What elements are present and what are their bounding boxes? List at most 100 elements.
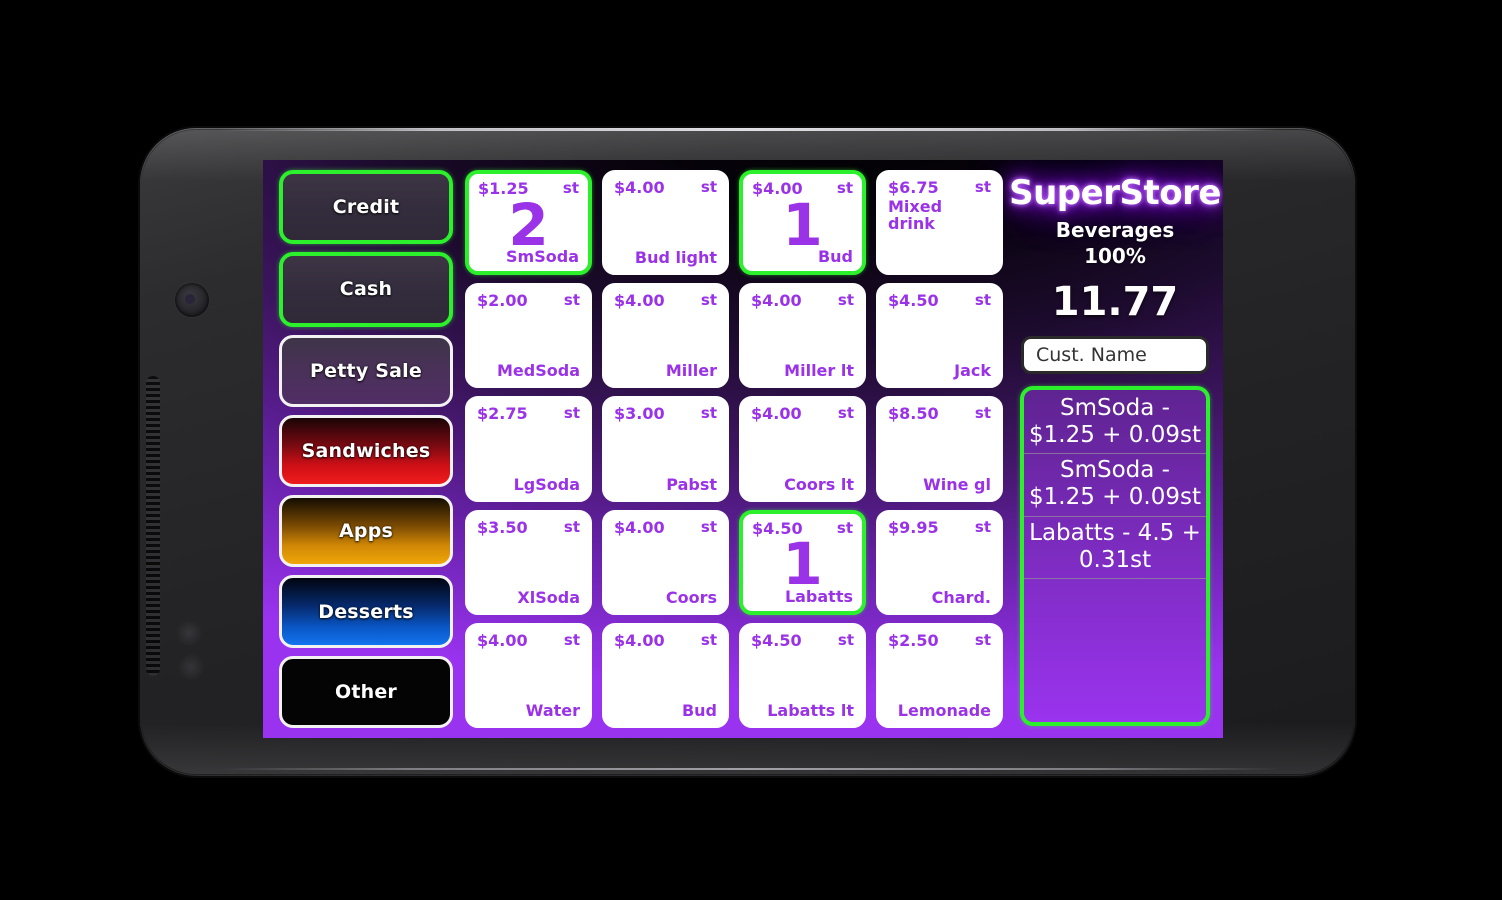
product-tax-flag: st bbox=[837, 291, 854, 310]
product-quantity-badge: 1 bbox=[782, 530, 823, 599]
product-tax-flag: st bbox=[700, 291, 717, 310]
product-price: $4.00 bbox=[614, 291, 665, 311]
product-tile[interactable]: $4.00 st Water bbox=[465, 622, 592, 728]
product-tile[interactable]: $4.50 st 1 Labatts bbox=[739, 509, 866, 615]
product-name: Labatts bbox=[784, 586, 853, 606]
product-tax-flag: st bbox=[974, 404, 991, 423]
product-tile[interactable]: $3.50 st XlSoda bbox=[465, 509, 592, 615]
receipt-line-item[interactable]: SmSoda - $1.25 + 0.09st bbox=[1024, 392, 1206, 455]
product-name: LgSoda bbox=[513, 474, 580, 494]
category-button-label: Cash bbox=[339, 278, 393, 301]
category-button-desserts[interactable]: Desserts bbox=[279, 575, 453, 648]
product-name: Coors bbox=[665, 587, 717, 607]
product-price: $8.50 bbox=[888, 404, 939, 424]
product-name: Wine gl bbox=[923, 474, 991, 494]
category-button-apps[interactable]: Apps bbox=[279, 495, 453, 568]
receipt-line-item[interactable]: SmSoda - $1.25 + 0.09st bbox=[1024, 454, 1206, 517]
product-price: $3.00 bbox=[614, 404, 665, 424]
product-tax-flag: st bbox=[562, 179, 579, 197]
product-price: $4.00 bbox=[614, 517, 665, 537]
product-price: $2.75 bbox=[477, 404, 528, 424]
bezel-highlight-bottom bbox=[220, 768, 1280, 770]
category-button-sandwiches[interactable]: Sandwiches bbox=[279, 414, 453, 488]
product-tile[interactable]: $4.50 st Labatts lt bbox=[739, 622, 866, 728]
product-tax-flag: st bbox=[836, 179, 853, 197]
product-name: Coors lt bbox=[784, 474, 854, 494]
sensor-dot-icon bbox=[176, 620, 202, 646]
product-name: Miller bbox=[665, 361, 717, 381]
product-tile[interactable]: $9.95 st Chard. bbox=[876, 509, 1003, 615]
product-name: Water bbox=[525, 701, 580, 721]
product-price: $9.95 bbox=[888, 517, 939, 537]
receipt-list[interactable]: SmSoda - $1.25 + 0.09st SmSoda - $1.25 + … bbox=[1020, 386, 1210, 726]
product-price: $2.50 bbox=[888, 630, 939, 650]
category-button-label: Other bbox=[334, 680, 398, 703]
product-name: Mixed drink bbox=[888, 197, 943, 233]
product-tax-flag: st bbox=[974, 630, 991, 649]
product-tax-flag: st bbox=[974, 291, 991, 310]
product-grid: $1.25 st 2 SmSoda $4.00 st Bud light $4.00 st 1 Bu… bbox=[463, 168, 1007, 730]
product-name: MedSoda bbox=[497, 361, 580, 381]
product-name: Chard. bbox=[931, 587, 991, 607]
product-name: Bud bbox=[681, 701, 717, 721]
category-button-cash[interactable]: Cash bbox=[279, 252, 453, 327]
product-tile[interactable]: $6.75 st Mixed drink bbox=[876, 170, 1003, 276]
product-tax-flag: st bbox=[700, 517, 717, 536]
product-price: $1.25 bbox=[478, 179, 529, 198]
category-button-label: Apps bbox=[338, 520, 393, 543]
order-total: 11.77 bbox=[1051, 279, 1179, 325]
product-tile[interactable]: $4.00 st Coors bbox=[602, 509, 729, 615]
product-tax-flag: st bbox=[563, 517, 580, 536]
category-button-label: Sandwiches bbox=[301, 439, 431, 462]
product-name: Bud light bbox=[634, 248, 717, 268]
product-tile[interactable]: $1.25 st 2 SmSoda bbox=[465, 170, 592, 276]
product-price: $4.00 bbox=[751, 291, 802, 311]
category-button-label: Credit bbox=[332, 196, 400, 219]
product-price: $4.50 bbox=[751, 630, 802, 650]
product-quantity-badge: 2 bbox=[508, 190, 549, 259]
product-tile[interactable]: $8.50 st Wine gl bbox=[876, 396, 1003, 502]
category-button-petty-sale[interactable]: Petty Sale bbox=[279, 334, 453, 407]
product-tile[interactable]: $4.00 st Miller bbox=[602, 283, 729, 389]
product-tile[interactable]: $4.00 st Bud light bbox=[602, 170, 729, 276]
product-price: $4.00 bbox=[477, 630, 528, 650]
product-tile[interactable]: $4.50 st Jack bbox=[876, 283, 1003, 389]
product-name: Miller lt bbox=[784, 361, 854, 381]
product-tax-flag: st bbox=[700, 404, 717, 423]
product-tile[interactable]: $4.00 st Bud bbox=[602, 622, 729, 728]
product-tile[interactable]: $2.75 st LgSoda bbox=[465, 396, 592, 502]
receipt-line-item[interactable]: Labatts - 4.5 + 0.31st bbox=[1024, 517, 1206, 579]
product-tile[interactable]: $2.00 st MedSoda bbox=[465, 283, 592, 389]
category-button-label: Petty Sale bbox=[310, 359, 422, 382]
customer-name-input[interactable]: Cust. Name bbox=[1021, 336, 1209, 374]
product-tile[interactable]: $2.50 st Lemonade bbox=[876, 622, 1003, 728]
product-price: $2.00 bbox=[477, 291, 528, 311]
product-tax-flag: st bbox=[837, 404, 854, 423]
product-price: $4.00 bbox=[751, 404, 802, 424]
category-button-label: Desserts bbox=[318, 600, 414, 623]
product-tile[interactable]: $4.00 st Miller lt bbox=[739, 283, 866, 389]
front-camera-icon bbox=[175, 283, 209, 317]
product-tax-flag: st bbox=[563, 630, 580, 649]
product-quantity-badge: 1 bbox=[782, 190, 823, 259]
product-tax-flag: st bbox=[700, 630, 717, 649]
product-name: Bud bbox=[817, 247, 853, 267]
store-category-label: Beverages bbox=[1055, 218, 1175, 242]
category-column: Credit Cash Petty Sale Sandwiches Apps Desser… bbox=[271, 168, 457, 730]
product-price: $6.75 bbox=[888, 178, 939, 197]
store-logo: SuperStore bbox=[1009, 173, 1221, 213]
product-tile[interactable]: $4.00 st 1 Bud bbox=[739, 170, 866, 276]
right-panel: SuperStore Beverages 100% 11.77 Cust. Na… bbox=[1009, 168, 1221, 730]
product-tax-flag: st bbox=[836, 518, 853, 537]
category-button-credit[interactable]: Credit bbox=[279, 170, 453, 245]
product-name: Labatts lt bbox=[767, 701, 854, 721]
product-tax-flag: st bbox=[974, 517, 991, 536]
phone-frame: Credit Cash Petty Sale Sandwiches Apps Desser… bbox=[140, 128, 1355, 776]
category-button-other[interactable]: Other bbox=[279, 655, 453, 728]
product-tile[interactable]: $4.00 st Coors lt bbox=[739, 396, 866, 502]
product-tax-flag: st bbox=[974, 178, 991, 196]
product-price: $4.00 bbox=[752, 179, 803, 198]
product-price: $4.50 bbox=[888, 291, 939, 311]
product-name: XlSoda bbox=[517, 587, 580, 607]
product-tile[interactable]: $3.00 st Pabst bbox=[602, 396, 729, 502]
